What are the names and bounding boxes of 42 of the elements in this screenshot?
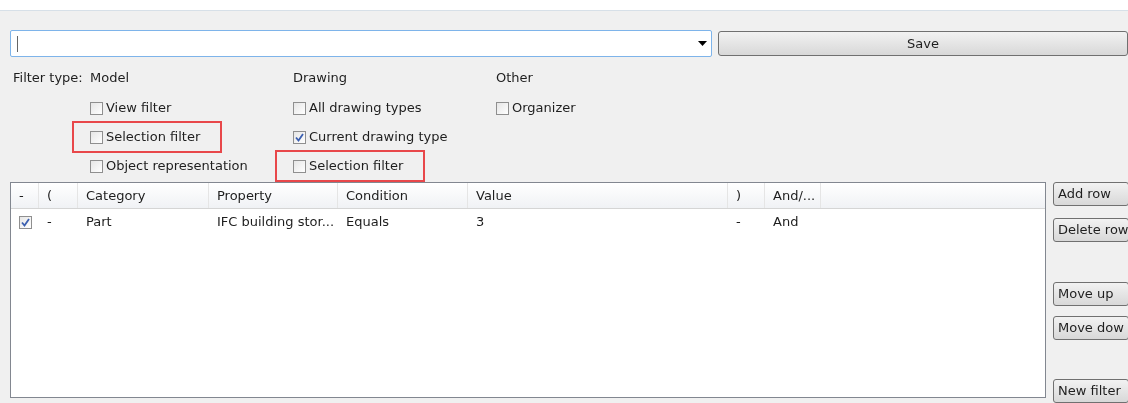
column-header[interactable]: Value xyxy=(468,183,728,208)
option-label: Selection filter xyxy=(309,157,404,176)
checkbox[interactable] xyxy=(90,101,103,115)
column-header[interactable]: ( xyxy=(39,183,78,208)
side-button[interactable]: Delete row xyxy=(1053,218,1128,242)
side-button[interactable]: Move up xyxy=(1053,282,1128,306)
column-header[interactable]: Category xyxy=(78,183,209,208)
option-label: Current drawing type xyxy=(309,128,448,147)
table-cell-text: IFC building stor... xyxy=(217,213,335,232)
combo-box[interactable]: | xyxy=(10,30,712,57)
option-label: All drawing types xyxy=(309,99,422,118)
group-heading: Model xyxy=(90,70,130,85)
table-cell-text: 3 xyxy=(476,213,485,232)
table-cell-text: Part xyxy=(86,213,112,232)
group-heading: Other xyxy=(496,70,533,85)
save-button[interactable]: Save xyxy=(718,31,1128,56)
column-header[interactable]: - xyxy=(11,183,39,208)
table-cell-text: Equals xyxy=(346,213,390,232)
filter-type-label: Filter type: xyxy=(13,70,83,85)
checked-checkbox[interactable] xyxy=(19,215,32,229)
checkbox[interactable] xyxy=(293,101,306,115)
checked-checkbox[interactable] xyxy=(293,130,306,144)
column-header[interactable]: And/... xyxy=(765,183,821,208)
option-label: Object representation xyxy=(106,157,248,176)
column-header[interactable]: ) xyxy=(728,183,765,208)
table-cell-text: - xyxy=(736,213,741,232)
column-header[interactable]: Condition xyxy=(338,183,468,208)
checkbox[interactable] xyxy=(293,159,306,173)
table-cell-text: - xyxy=(47,213,52,232)
group-heading: Drawing xyxy=(293,70,348,85)
column-header[interactable]: Property xyxy=(209,183,338,208)
checkbox[interactable] xyxy=(90,159,103,173)
option-label: Organizer xyxy=(512,99,576,118)
table-cell-text: And xyxy=(773,213,799,232)
dropdown-caret-icon[interactable] xyxy=(698,41,707,46)
side-button[interactable]: Move dow xyxy=(1053,316,1128,340)
option-label: Selection filter xyxy=(106,128,201,147)
checkbox[interactable] xyxy=(90,130,103,144)
side-button[interactable]: New filter xyxy=(1053,379,1128,403)
option-label: View filter xyxy=(106,99,172,118)
checkbox[interactable] xyxy=(496,101,509,115)
side-button[interactable]: Add row xyxy=(1053,182,1128,206)
